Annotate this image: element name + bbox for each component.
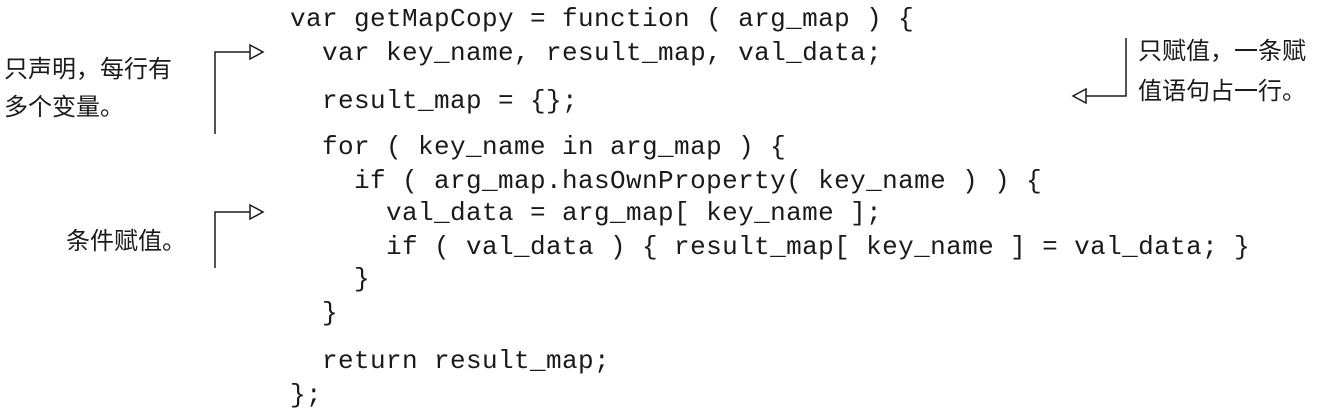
declare-bracket-arrow: [214, 43, 265, 134]
annotation-arrows: [214, 38, 1127, 268]
conditional-bracket-arrow: [214, 203, 265, 268]
assign-bracket-arrow: [1071, 38, 1127, 105]
